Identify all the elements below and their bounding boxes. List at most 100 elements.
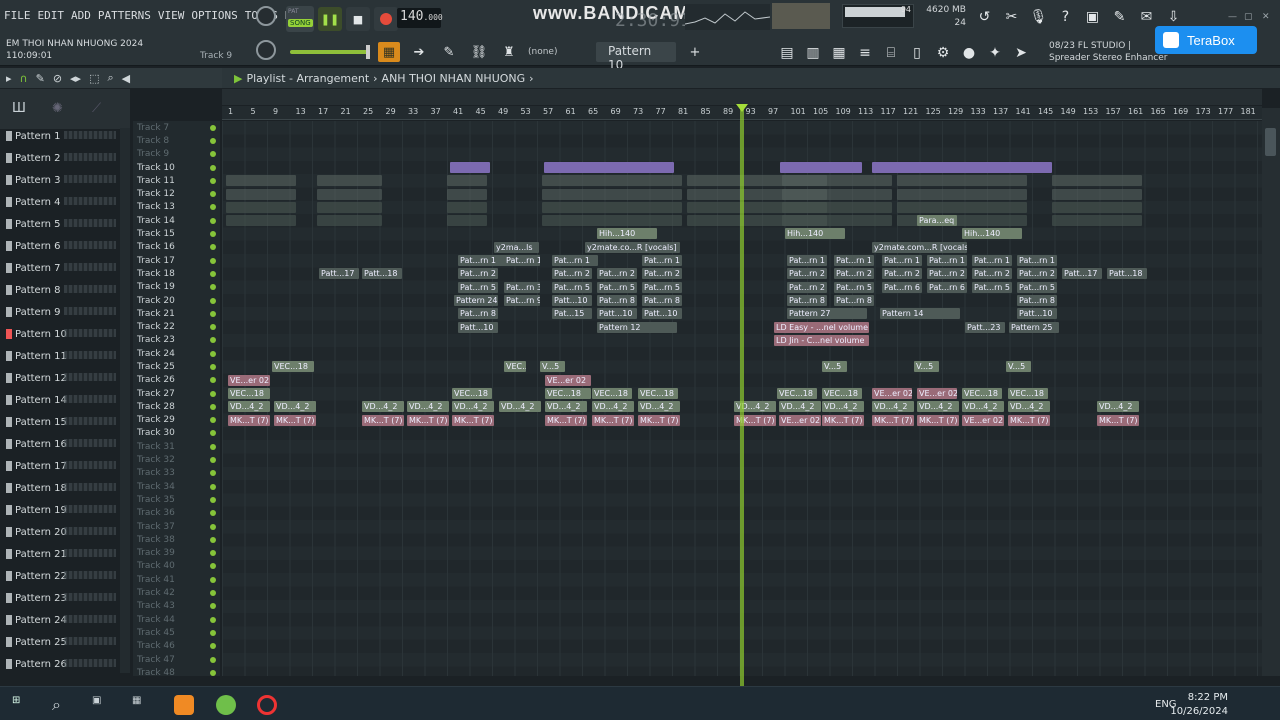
record-button[interactable] <box>374 7 398 31</box>
track-header[interactable]: Track 46 <box>133 640 220 653</box>
pattern-clip[interactable]: MK...T (7) <box>545 414 587 426</box>
track-header[interactable]: Track 32 <box>133 453 220 466</box>
pattern-clip[interactable]: Pat...rn 2 <box>642 268 682 280</box>
pattern-clip[interactable]: MK...T (7) <box>822 414 864 426</box>
pattern-clip[interactable]: Pat...rn 1 <box>927 255 967 266</box>
maximize-icon[interactable]: ▢ <box>1244 12 1253 22</box>
pattern-clip[interactable]: MK...T (7) <box>872 414 914 426</box>
pattern-clip[interactable]: Pat...rn 2 <box>787 268 827 280</box>
track-enable-led[interactable] <box>210 523 216 530</box>
snap-selector[interactable]: (none) <box>528 47 588 57</box>
wrench-icon[interactable]: ✦ <box>983 42 1007 64</box>
pattern-clip[interactable]: Pat...rn 5 <box>834 281 874 293</box>
pen-icon[interactable]: ✎ <box>438 42 460 62</box>
pattern-clip[interactable]: MK...T (7) <box>274 414 316 426</box>
track-header[interactable]: Track 24 <box>133 347 220 360</box>
pattern-item[interactable]: Pattern 22 <box>2 565 130 587</box>
pattern-clip[interactable]: Hih...140 <box>597 228 657 240</box>
track-header[interactable]: Track 8 <box>133 134 220 147</box>
pattern-clip[interactable]: VD...4_2 <box>592 401 634 413</box>
pattern-clip[interactable]: y2mate.co...R [vocals] <box>585 241 680 253</box>
pattern-clip[interactable]: Pat...rn 5 <box>1017 281 1057 293</box>
pattern-item[interactable]: Pattern 6 <box>2 235 130 257</box>
zoom-icon[interactable]: ⌕ <box>107 71 113 85</box>
pattern-clip[interactable]: Pattern 25 <box>1009 321 1059 333</box>
playlist-scrollbar[interactable] <box>1262 108 1280 676</box>
download-icon[interactable]: ⇩ <box>1163 6 1184 28</box>
pattern-clip[interactable]: VE...er 02 <box>917 388 957 399</box>
pattern-item[interactable]: Pattern 17 <box>2 455 130 477</box>
pattern-clip[interactable]: VE...er 02 <box>872 388 912 399</box>
track-header[interactable]: Track 42 <box>133 586 220 599</box>
auto-filter-icon[interactable]: ⟋ <box>92 101 101 116</box>
track-enable-led[interactable] <box>210 430 216 437</box>
track-header[interactable]: Track 31 <box>133 440 220 453</box>
audio-clip[interactable] <box>447 215 487 227</box>
menu-item[interactable]: EDIT <box>38 9 65 22</box>
pattern-item[interactable]: Pattern 7 <box>2 257 130 279</box>
menu-item[interactable]: FILE <box>4 9 31 22</box>
pattern-clip[interactable]: Patt...10 <box>1017 308 1057 320</box>
master-volume-knob[interactable] <box>256 6 276 26</box>
pattern-clip[interactable]: Pat...rn 9 <box>504 294 540 306</box>
pattern-clip[interactable]: Pat...rn 8 <box>834 294 874 306</box>
master-pitch-knob[interactable] <box>256 40 276 60</box>
track-header[interactable]: Track 16 <box>133 241 220 254</box>
pattern-clip[interactable]: Pat...rn 2 <box>834 268 874 280</box>
play-button[interactable]: ❚❚ <box>318 7 342 31</box>
audio-clip[interactable] <box>782 215 892 227</box>
fl-studio-icon[interactable] <box>174 695 194 715</box>
pattern-clip[interactable]: VEC...2 <box>504 361 526 373</box>
track-header[interactable]: Track 39 <box>133 547 220 560</box>
pattern-clip[interactable]: VE...er 02 <box>228 374 270 386</box>
menu-item[interactable]: PATTERNS <box>98 9 151 22</box>
app-icon[interactable] <box>216 695 236 715</box>
track-enable-led[interactable] <box>210 177 216 184</box>
track-header[interactable]: Track 33 <box>133 467 220 480</box>
pattern-clip[interactable]: LD Easy - ...nel volume <box>774 321 869 333</box>
pattern-item[interactable]: Pattern 16 <box>2 433 130 455</box>
pattern-clip[interactable]: Pat...rn 1 <box>504 255 540 266</box>
scroll-thumb[interactable] <box>1265 128 1276 156</box>
playlist-icon[interactable]: ▤ <box>775 42 799 64</box>
mic-icon[interactable]: 🎙 <box>1028 6 1049 28</box>
help-icon[interactable]: ? <box>1055 6 1076 28</box>
audio-clip[interactable] <box>226 201 296 213</box>
clock[interactable]: 8:22 PM 10/26/2024 <box>1170 691 1228 719</box>
track-header[interactable]: Track 34 <box>133 480 220 493</box>
brush-icon[interactable]: ✎ <box>36 72 45 85</box>
pattern-clip[interactable]: Para...eq <box>917 215 957 227</box>
magnet-icon[interactable]: ∩ <box>20 72 28 85</box>
select-icon[interactable]: ⬚ <box>89 72 99 85</box>
pattern-clip[interactable]: Pat...rn 1 <box>882 255 922 266</box>
track-header[interactable]: Track 19 <box>133 281 220 294</box>
track-header[interactable]: Track 23 <box>133 334 220 347</box>
pattern-clip[interactable]: y2mate.com...R [vocals] <box>872 241 967 253</box>
track-header[interactable]: Track 12 <box>133 187 220 200</box>
track-enable-led[interactable] <box>210 124 216 131</box>
audio-clip[interactable] <box>447 201 487 213</box>
track-header[interactable]: Track 15 <box>133 227 220 240</box>
pattern-clip[interactable]: MK...T (7) <box>592 414 634 426</box>
audio-clip[interactable] <box>897 201 1027 213</box>
audio-clip[interactable] <box>897 188 1027 200</box>
automation-clip[interactable] <box>450 161 490 173</box>
track-header[interactable]: Track 40 <box>133 560 220 573</box>
pattern-clip[interactable]: Patt...10 <box>597 308 637 320</box>
audio-filter-icon[interactable]: ✺ <box>52 101 63 116</box>
slip-icon[interactable]: ◂▸ <box>70 72 81 85</box>
tools-icon[interactable]: ✎ <box>1109 6 1130 28</box>
pattern-clip[interactable]: MK...T (7) <box>1097 414 1139 426</box>
pattern-clip[interactable]: VEC...18 <box>228 388 270 399</box>
stamp-icon[interactable]: ♜ <box>498 42 520 62</box>
pattern-clip[interactable]: Pat...rn 8 <box>787 294 827 306</box>
track-enable-led[interactable] <box>210 363 216 370</box>
track-enable-led[interactable] <box>210 204 216 211</box>
pattern-clip[interactable]: Patt...10 <box>552 294 592 306</box>
track-enable-led[interactable] <box>210 669 216 676</box>
pattern-clip[interactable]: VD...4_2 <box>872 401 914 413</box>
pattern-clip[interactable]: Pat...rn 6 <box>927 281 967 293</box>
track-header[interactable]: Track 41 <box>133 573 220 586</box>
track-header[interactable]: Track 21 <box>133 307 220 320</box>
track-header[interactable]: Track 37 <box>133 520 220 533</box>
